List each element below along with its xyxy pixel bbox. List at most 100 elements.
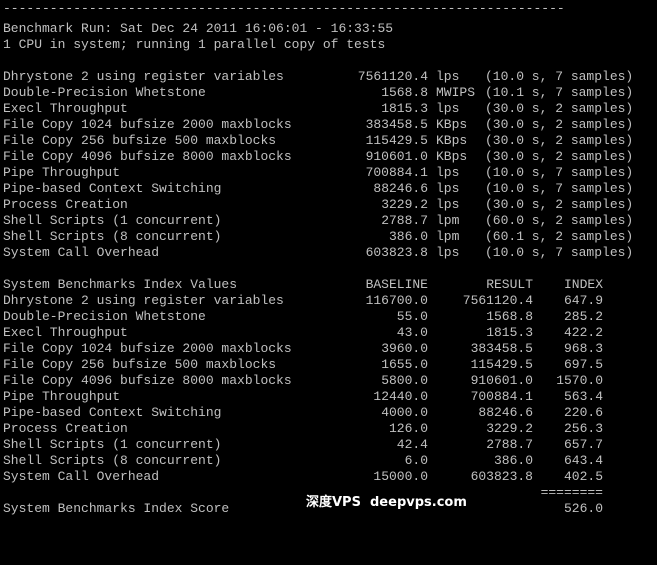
result-detail: (30.0 s, 2 samples) — [485, 101, 634, 116]
result-value: 7561120.4 — [357, 69, 428, 84]
result-unit: lps — [436, 197, 460, 212]
result-detail: (10.1 s, 7 samples) — [485, 85, 634, 100]
index-row-result: 3229.2 — [486, 421, 533, 436]
result-row: File Copy 1024 bufsize 2000 maxblocks 383… — [3, 117, 653, 133]
index-row-result: 386.0 — [493, 453, 533, 468]
index-row-name: Pipe-based Context Switching — [3, 405, 222, 420]
result-unit: lps — [436, 165, 460, 180]
result-detail: (60.0 s, 2 samples) — [485, 213, 634, 228]
index-row-index: 647.9 — [563, 293, 603, 308]
result-name: Pipe Throughput — [3, 165, 121, 180]
index-row-result: 910601.0 — [470, 373, 533, 388]
result-detail: (30.0 s, 2 samples) — [485, 197, 634, 212]
index-row-name: File Copy 256 bufsize 500 maxblocks — [3, 357, 277, 372]
terminal-window[interactable]: ----------------------------------------… — [0, 0, 657, 531]
result-unit: KBps — [436, 133, 468, 148]
index-row: Pipe Throughput 12440.0 700884.1 563.4 — [3, 389, 653, 405]
result-name: Dhrystone 2 using register variables — [3, 69, 284, 84]
index-row-index: 285.2 — [563, 309, 603, 324]
run-header: Benchmark Run: Sat Dec 24 2011 16:06:01 … — [3, 21, 394, 36]
index-row-index: 1570.0 — [556, 373, 603, 388]
result-row: Dhrystone 2 using register variables 7561… — [3, 69, 653, 85]
index-row-index: 563.4 — [563, 389, 603, 404]
result-detail: (10.0 s, 7 samples) — [485, 165, 634, 180]
index-row-baseline: 126.0 — [388, 421, 428, 436]
result-unit: lps — [436, 69, 460, 84]
index-row-name: Execl Throughput — [3, 325, 128, 340]
index-row-baseline: 5800.0 — [381, 373, 428, 388]
watermark-text: 深度VPS deepvps.com — [306, 495, 467, 510]
result-row: Pipe-based Context Switching 88246.6 lps (1… — [3, 181, 653, 197]
result-name: Process Creation — [3, 197, 128, 212]
result-value: 700884.1 — [365, 165, 428, 180]
score-label: System Benchmarks Index Score — [3, 501, 230, 516]
result-detail: (10.0 s, 7 samples) — [485, 245, 634, 260]
index-row: Double-Precision Whetstone 55.0 1568.8 285.… — [3, 309, 653, 325]
index-row-name: Pipe Throughput — [3, 389, 121, 404]
result-unit: lpm — [436, 229, 460, 244]
result-detail: (60.1 s, 2 samples) — [485, 229, 634, 244]
result-value: 115429.5 — [365, 133, 428, 148]
result-row: Pipe Throughput 700884.1 lps (10.0 s, 7 sam… — [3, 165, 653, 181]
result-unit: KBps — [436, 149, 468, 164]
index-row: System Call Overhead 15000.0 603823.8 402.5 — [3, 469, 653, 485]
index-row-name: System Call Overhead — [3, 469, 160, 484]
index-row-baseline: 12440.0 — [373, 389, 428, 404]
result-row: System Call Overhead 603823.8 lps (10.0 s, … — [3, 245, 653, 261]
index-row-result: 1568.8 — [486, 309, 533, 324]
index-row-name: Dhrystone 2 using register variables — [3, 293, 284, 308]
index-row-result: 1815.3 — [486, 325, 533, 340]
index-row-baseline: 3960.0 — [381, 341, 428, 356]
index-row: Execl Throughput 43.0 1815.3 422.2 — [3, 325, 653, 341]
result-row: File Copy 4096 bufsize 8000 maxblocks 910… — [3, 149, 653, 165]
index-row-index: 643.4 — [563, 453, 603, 468]
result-unit: MWIPS — [436, 85, 476, 100]
index-row-index: 657.7 — [563, 437, 603, 452]
index-row: File Copy 256 bufsize 500 maxblocks 1655.… — [3, 357, 653, 373]
index-row: Shell Scripts (8 concurrent) 6.0 386.0 643.… — [3, 453, 653, 469]
result-row: Shell Scripts (1 concurrent) 2788.7 lpm (60… — [3, 213, 653, 229]
index-row-index: 968.3 — [563, 341, 603, 356]
index-row: Process Creation 126.0 3229.2 256.3 — [3, 421, 653, 437]
result-value: 386.0 — [388, 229, 428, 244]
index-row-result: 7561120.4 — [462, 293, 533, 308]
result-detail: (30.0 s, 2 samples) — [485, 149, 634, 164]
separator-line: ----------------------------------------… — [3, 1, 565, 16]
result-value: 2788.7 — [381, 213, 428, 228]
index-row-result: 603823.8 — [470, 469, 533, 484]
result-value: 603823.8 — [365, 245, 428, 260]
index-row-name: Process Creation — [3, 421, 128, 436]
result-name: System Call Overhead — [3, 245, 160, 260]
result-name: File Copy 4096 bufsize 8000 maxblocks — [3, 149, 292, 164]
index-header-row: System Benchmarks Index Values BASELINE … — [3, 277, 653, 293]
index-row-index: 256.3 — [563, 421, 603, 436]
score-rule: ======== — [540, 485, 603, 500]
index-row-name: Double-Precision Whetstone — [3, 309, 206, 324]
index-row-index: 697.5 — [563, 357, 603, 372]
index-row: Dhrystone 2 using register variables 1167… — [3, 293, 653, 309]
index-row-baseline: 43.0 — [396, 325, 428, 340]
index-row-result: 115429.5 — [470, 357, 533, 372]
index-header-baseline: BASELINE — [365, 277, 428, 292]
result-row: Execl Throughput 1815.3 lps (30.0 s, 2 samp… — [3, 101, 653, 117]
index-row: File Copy 4096 bufsize 8000 maxblocks 580… — [3, 373, 653, 389]
index-row-index: 220.6 — [563, 405, 603, 420]
index-row-name: Shell Scripts (1 concurrent) — [3, 437, 222, 452]
index-row-name: Shell Scripts (8 concurrent) — [3, 453, 222, 468]
result-name: Shell Scripts (8 concurrent) — [3, 229, 222, 244]
index-row-baseline: 15000.0 — [373, 469, 428, 484]
result-unit: lps — [436, 101, 460, 116]
index-row-baseline: 42.4 — [396, 437, 428, 452]
index-row-result: 383458.5 — [470, 341, 533, 356]
index-row-index: 422.2 — [563, 325, 603, 340]
result-name: Pipe-based Context Switching — [3, 181, 222, 196]
index-header-index: INDEX — [563, 277, 603, 292]
score-value: 526.0 — [563, 501, 603, 516]
index-row-result: 700884.1 — [470, 389, 533, 404]
result-value: 383458.5 — [365, 117, 428, 132]
result-name: File Copy 256 bufsize 500 maxblocks — [3, 133, 277, 148]
index-row-baseline: 4000.0 — [381, 405, 428, 420]
result-detail: (10.0 s, 7 samples) — [485, 69, 634, 84]
result-value: 910601.0 — [365, 149, 428, 164]
index-row: File Copy 1024 bufsize 2000 maxblocks 396… — [3, 341, 653, 357]
